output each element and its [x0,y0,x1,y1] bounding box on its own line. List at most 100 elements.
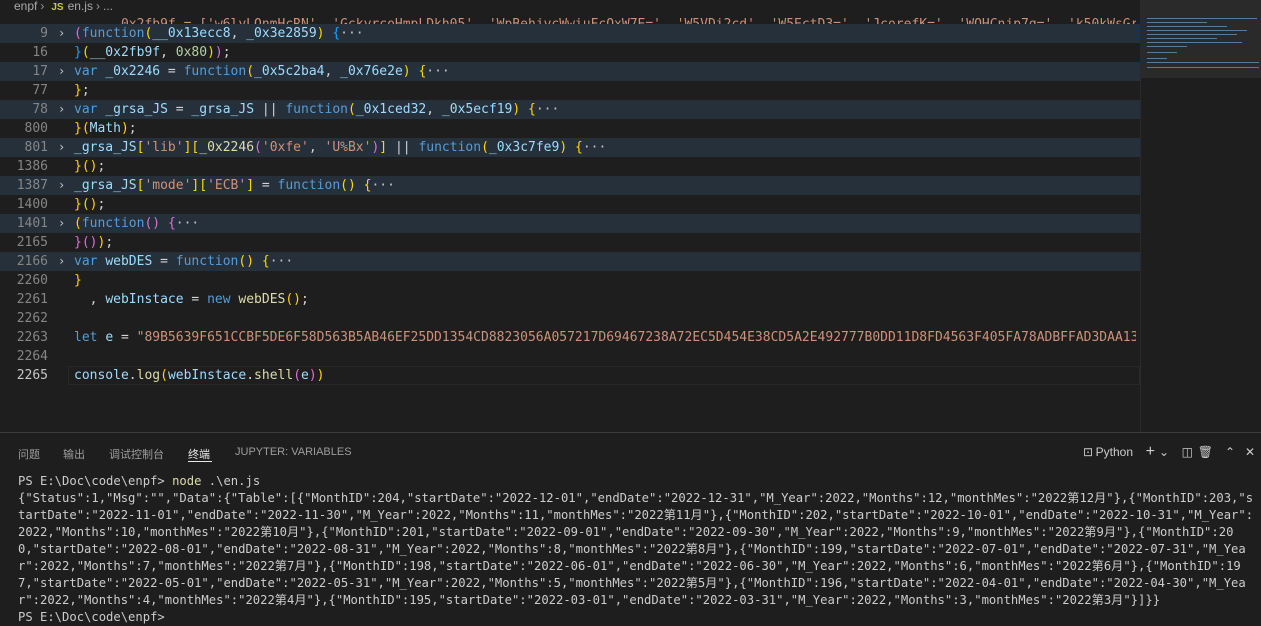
minimap-line [1147,22,1207,23]
tab-debug-console[interactable]: 调试控制台 [109,446,164,462]
code-text: console.log(webInstace.shell(e)) [74,366,1136,385]
line-number: 2260 [16,273,48,288]
chevron-down-icon[interactable]: ⌄ [1159,443,1169,461]
terminal-profile-label[interactable]: Python [1096,443,1133,461]
line-number: 1400 [16,197,48,212]
breadcrumb-folder[interactable]: enpf [14,0,37,12]
code-text: var _grsa_JS = _grsa_JS || function(_0x1… [74,100,1136,119]
fold-chevron-icon[interactable]: › [58,24,70,43]
minimap-line [1147,58,1167,59]
code-line[interactable]: 801 › _grsa_JS['lib'][_0x2246('0xfe', 'U%B… [0,138,1140,157]
minimap-line [1147,34,1237,35]
code-editor[interactable]: , __0x2fb9f = ['w6lyLQnmHcRN', 'GckyrcoH… [0,0,1140,432]
tab-output[interactable]: 输出 [63,446,85,462]
code-line[interactable]: 17 › var _0x2246 = function(_0x5c2ba4, _0x… [0,62,1140,81]
code-token: _0x76e2e [340,64,403,79]
tab-jupyter-variables[interactable]: JUPYTER: VARIABLES [235,446,352,458]
fold-chevron-icon[interactable]: › [58,100,70,119]
add-terminal-icon[interactable]: + [1146,443,1155,461]
line-number: 2261 [16,292,48,307]
code-line[interactable]: 2166 › var webDES = function() {··· [0,252,1140,271]
code-token: __0x13ecc8 [152,26,231,41]
minimap-line [1147,38,1217,39]
fold-chevron-icon[interactable]: › [58,252,70,271]
javascript-file-icon: JS [51,2,64,12]
code-token: _grsa_JS [191,102,255,117]
code-token: __0x2fb9f [89,45,161,60]
tab-problems[interactable]: 问题 [18,446,40,462]
code-token: () [285,292,302,307]
tab-terminal[interactable]: 终端 [188,446,210,462]
code-token: ( [74,26,82,41]
code-token: } [74,159,82,174]
line-number: 800 [24,121,48,136]
folded-ellipsis[interactable]: ··· [583,140,606,155]
code-token: 'U%Bx' [324,140,372,155]
fold-chevron-icon[interactable]: › [58,176,70,195]
code-token: ; [81,83,90,98]
code-line[interactable]: 78 › var _grsa_JS = _grsa_JS || function(_… [0,100,1140,119]
code-token: ; [97,159,106,174]
split-terminal-icon[interactable]: ◫ [1182,443,1193,461]
maximize-panel-icon[interactable]: ⌃ [1225,443,1235,461]
code-line[interactable]: 2265 console.log(webInstace.shell(e)) [0,366,1140,385]
code-text: } [74,271,1136,290]
code-token: . [246,368,255,383]
code-text: (function(__0x13ecc8, _0x3e2859) {··· [74,24,1136,43]
code-token: () [238,254,255,269]
code-line[interactable]: 2262 [0,309,1140,328]
code-token: ; [301,292,309,307]
code-token: _0x2246 [199,140,255,155]
minimap[interactable] [1140,0,1261,432]
breadcrumb-symbol[interactable]: ... [103,0,113,12]
code-token: } [74,121,82,136]
folded-ellipsis[interactable]: ··· [340,26,363,41]
code-text: }; [74,81,1136,100]
folded-ellipsis[interactable]: ··· [371,178,394,193]
code-token: _0x3c7fe9 [488,140,560,155]
folded-ellipsis[interactable]: ··· [426,64,449,79]
fold-chevron-icon[interactable]: › [58,214,70,233]
code-text: }(); [74,195,1136,214]
code-token: ; [222,45,231,60]
code-line[interactable]: 800}(Math); [0,119,1140,138]
code-token: ) [308,368,317,383]
folded-ellipsis[interactable]: ··· [176,216,199,231]
folded-ellipsis[interactable]: ··· [536,102,559,117]
code-token: _grsa_JS [74,178,137,193]
code-line[interactable]: 2165}()); [0,233,1140,252]
code-token: function [81,26,145,41]
code-line[interactable]: 1401 › (function() {··· [0,214,1140,233]
code-token: { [528,102,536,117]
trash-icon[interactable]: 🗑 [1198,443,1213,461]
terminal-argument: .\en.js [208,474,261,488]
code-token: { [167,216,176,231]
fold-chevron-icon[interactable]: › [58,138,70,157]
code-line[interactable]: 16}(__0x2fb9f, 0x80)); [0,43,1140,62]
code-token: { [332,26,341,41]
code-token: } [74,45,82,60]
fold-chevron-icon[interactable]: › [58,62,70,81]
code-text: let e = "89B5639F651CCBF5DE6F58D563B5AB4… [74,328,1136,347]
code-token: _0x1ced32 [355,102,427,117]
code-line[interactable]: 1400 }(); [0,195,1140,214]
terminal-output[interactable]: PS E:\Doc\code\enpf> node .\en.js {"Stat… [18,473,1254,626]
code-line[interactable]: 1386}(); [0,157,1140,176]
close-icon[interactable]: ✕ [1245,443,1255,461]
code-line[interactable]: 2264 [0,347,1140,366]
code-line[interactable]: 1387 › _grsa_JS['mode']['ECB'] = function(… [0,176,1140,195]
code-token: ( [293,368,302,383]
code-line[interactable]: 2261 , webInstace = new webDES(); [0,290,1140,309]
code-line[interactable]: 9 › (function(__0x13ecc8, _0x3e2859) {··· [0,24,1140,43]
code-line[interactable]: 2260} [0,271,1140,290]
code-token: () [81,159,98,174]
code-line[interactable]: 77}; [0,81,1140,100]
breadcrumb-file[interactable]: en.js [68,0,93,12]
code-token: { [575,140,583,155]
code-line[interactable]: 2263 let e = "89B5639F651CCBF5DE6F58D563B… [0,328,1140,347]
code-text: var webDES = function() {··· [74,252,1136,271]
line-number: 78 [32,102,48,117]
folded-ellipsis[interactable]: ··· [270,254,293,269]
